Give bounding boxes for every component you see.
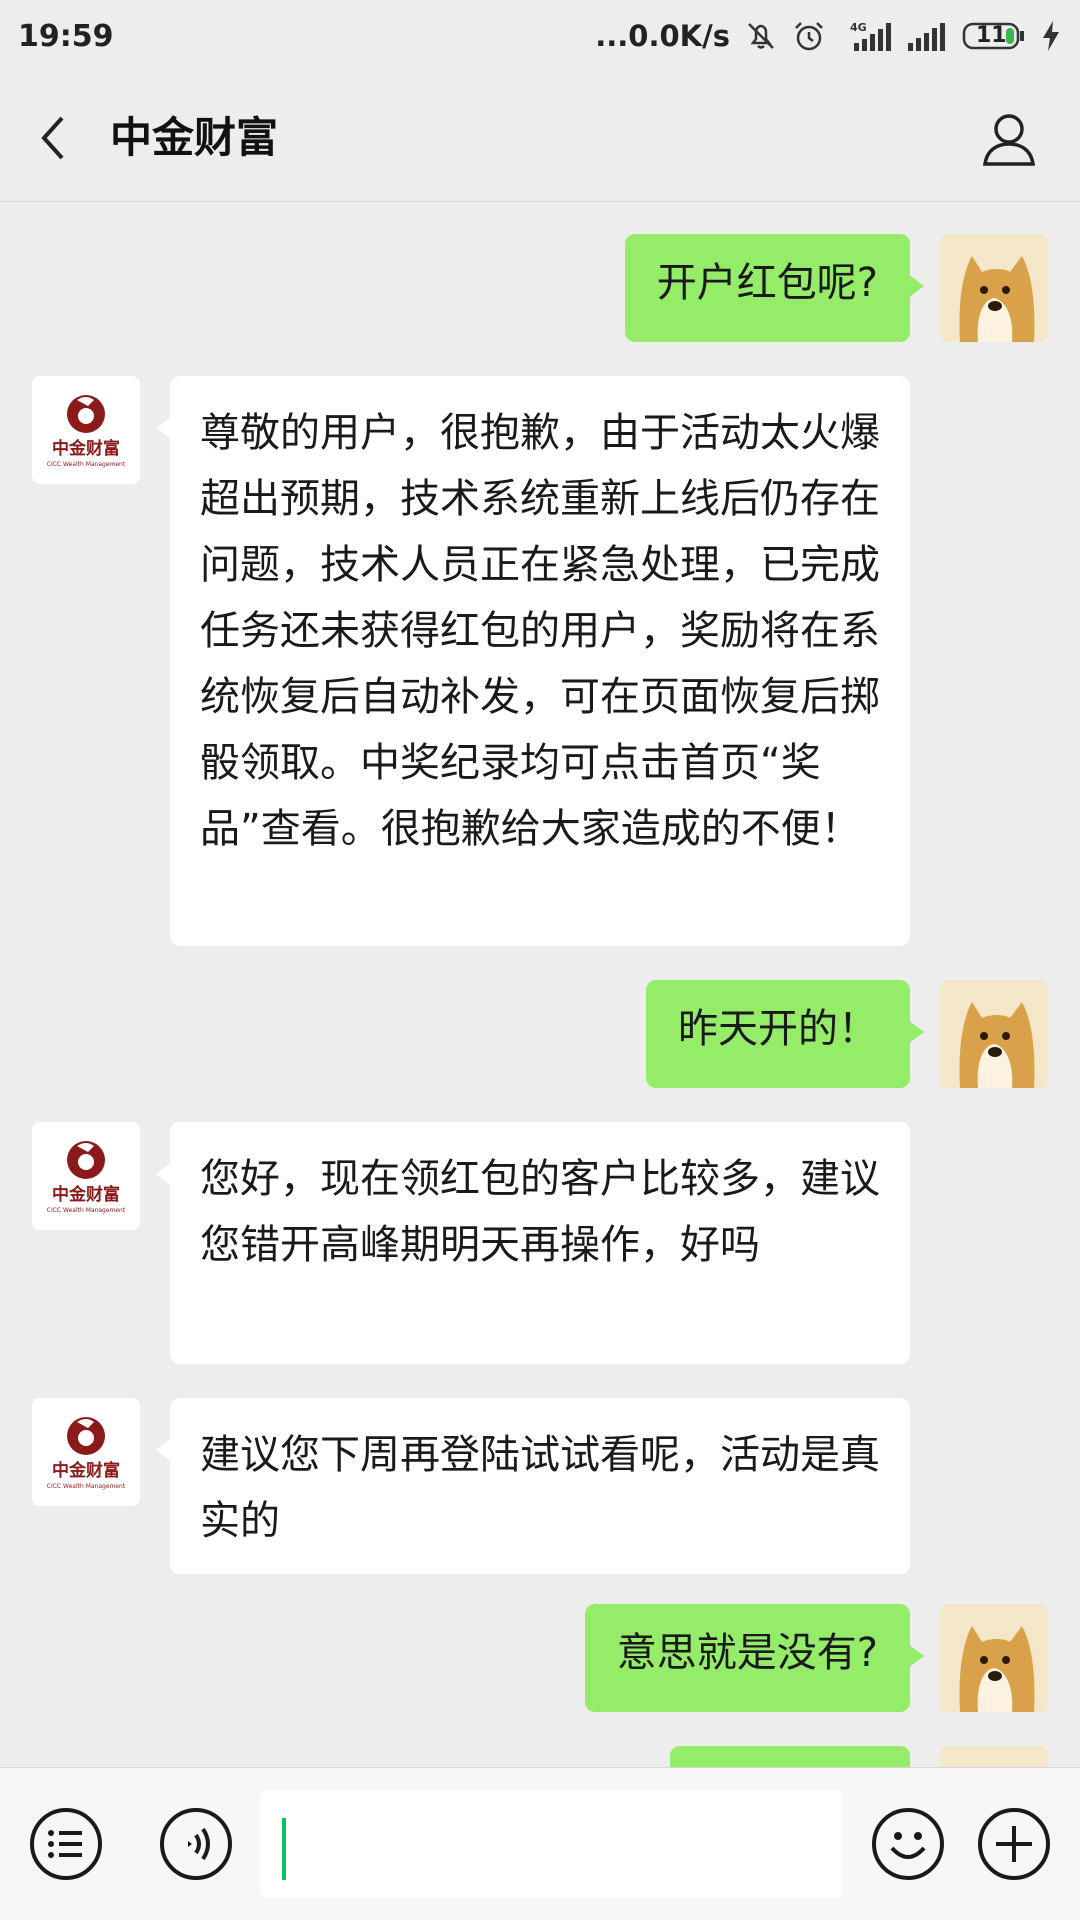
chevron-left-icon: [41, 116, 64, 160]
bot-avatar[interactable]: 中金财富 CICC Wealth Management: [32, 376, 140, 484]
doge-avatar-icon: [940, 234, 1048, 342]
back-button[interactable]: [30, 108, 74, 168]
status-time: 19:59: [18, 18, 114, 54]
signal-4g-icon: 4G: [840, 19, 892, 53]
my-avatar[interactable]: [940, 1746, 1048, 1767]
message-bubble-received[interactable]: 建议您下周再登陆试试看呢，活动是真实的: [156, 1398, 910, 1574]
battery-level: 11: [976, 23, 1007, 48]
profile-button[interactable]: [980, 110, 1038, 168]
svg-text:中金财富: 中金财富: [52, 438, 120, 459]
menu-list-icon: [30, 1808, 102, 1880]
status-icons: ...0.0K/s 4G 11: [595, 19, 1062, 53]
my-avatar[interactable]: [940, 1604, 1048, 1712]
cicc-logo-icon: 中金财富 CICC Wealth Management: [47, 1141, 126, 1214]
message-bubble-sent[interactable]: 意思就是没有?: [584, 1604, 925, 1712]
doge-avatar-icon: [940, 1746, 1048, 1767]
signal-icon: [906, 19, 948, 53]
alarm-icon: [792, 19, 826, 53]
chat-header: 中金财富: [0, 72, 1080, 202]
plus-circle-icon: [978, 1808, 1050, 1880]
voice-button[interactable]: [158, 1806, 234, 1882]
svg-text:CICC Wealth Management: CICC Wealth Management: [47, 1207, 126, 1214]
chat-title: 中金财富: [110, 113, 279, 162]
message-bubble-sent[interactable]: 开户红包呢?: [624, 234, 925, 342]
svg-text:4G: 4G: [850, 21, 867, 34]
add-button[interactable]: [976, 1806, 1052, 1882]
message-input[interactable]: [260, 1790, 842, 1898]
voice-icon: [160, 1808, 232, 1880]
svg-text:中金财富: 中金财富: [52, 1184, 120, 1205]
message-bubble-sent[interactable]: 昨天开的！: [646, 980, 924, 1088]
menu-button[interactable]: [28, 1806, 104, 1882]
bot-avatar[interactable]: 中金财富 CICC Wealth Management: [32, 1122, 140, 1230]
svg-text:CICC Wealth Management: CICC Wealth Management: [47, 461, 126, 468]
cicc-logo-icon: 中金财富 CICC Wealth Management: [47, 395, 126, 468]
message-bubble-received[interactable]: 您好，现在领红包的客户比较多，建议您错开高峰期明天再操作，好吗: [156, 1122, 910, 1364]
battery-icon: 11: [962, 21, 1026, 51]
emoji-button[interactable]: [870, 1806, 946, 1882]
svg-text:CICC Wealth Management: CICC Wealth Management: [47, 1483, 126, 1490]
bot-avatar[interactable]: 中金财富 CICC Wealth Management: [32, 1398, 140, 1506]
network-speed: ...0.0K/s: [595, 19, 730, 53]
my-avatar[interactable]: [940, 234, 1048, 342]
doge-avatar-icon: [940, 1604, 1048, 1712]
mute-icon: [744, 19, 778, 53]
cicc-logo-icon: 中金财富 CICC Wealth Management: [47, 1417, 126, 1490]
status-bar: 19:59 ...0.0K/s 4G 11: [0, 0, 1080, 72]
input-bar: [0, 1767, 1080, 1920]
emoji-icon: [872, 1808, 944, 1880]
person-icon: [982, 114, 1036, 166]
chat-messages[interactable]: 开户红包呢? 中金财富 CICC Wealth Management 尊敬的用户…: [0, 202, 1080, 1767]
charging-icon: [1040, 19, 1062, 53]
svg-text:中金财富: 中金财富: [52, 1460, 120, 1481]
message-bubble-sent[interactable]: [670, 1746, 910, 1767]
text-cursor: [282, 1818, 286, 1880]
doge-avatar-icon: [940, 980, 1048, 1088]
my-avatar[interactable]: [940, 980, 1048, 1088]
message-bubble-received[interactable]: 尊敬的用户，很抱歉，由于活动太火爆超出预期，技术系统重新上线后仍存在问题，技术人…: [156, 376, 910, 946]
